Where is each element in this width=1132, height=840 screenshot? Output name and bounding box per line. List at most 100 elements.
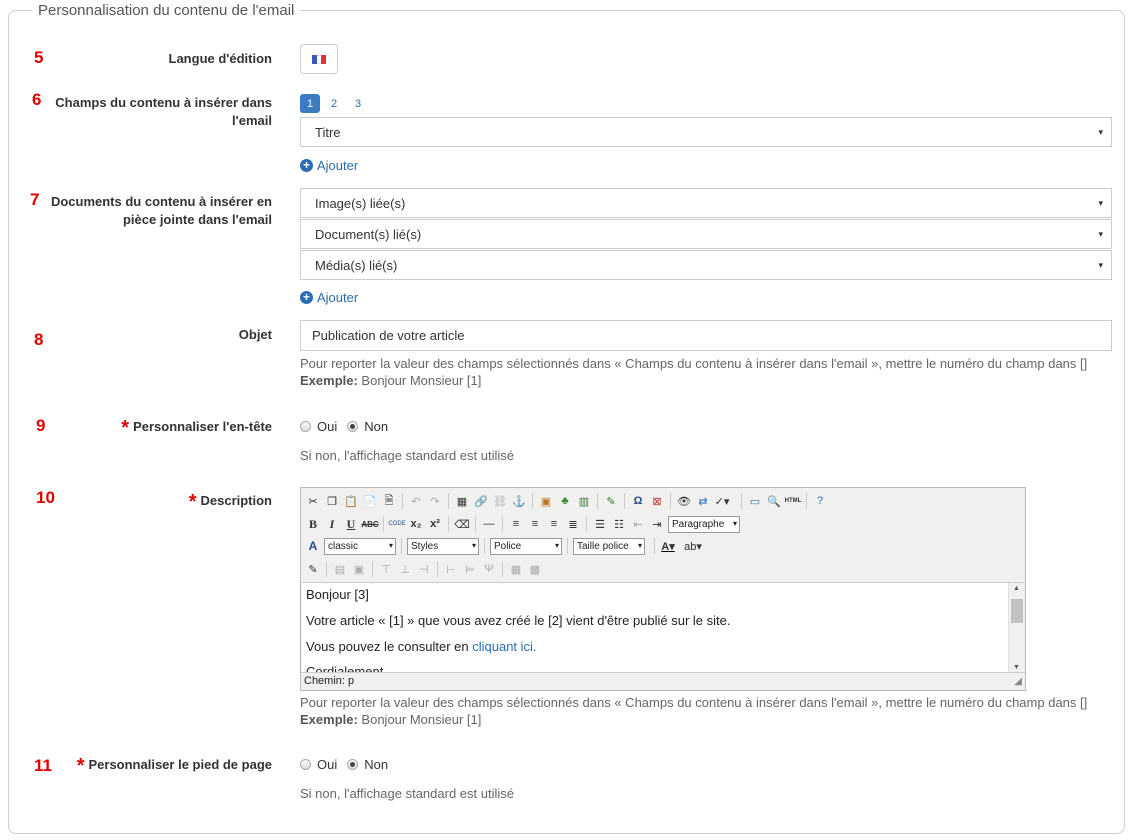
indent-icon[interactable]: ⇥ bbox=[649, 516, 665, 532]
underline-icon[interactable]: U bbox=[343, 516, 359, 532]
language-flag-button[interactable] bbox=[300, 44, 338, 74]
replace-icon[interactable]: ⇄ bbox=[695, 493, 711, 509]
italic-icon[interactable]: I bbox=[324, 516, 340, 532]
footer-oui-label[interactable]: Oui bbox=[317, 757, 337, 772]
find-icon[interactable]: 👁 bbox=[676, 493, 692, 509]
footer-radio-oui[interactable] bbox=[300, 759, 311, 770]
copy-icon[interactable]: ❐ bbox=[324, 493, 340, 509]
paste-word-icon[interactable]: 🗎 bbox=[381, 493, 397, 509]
align-justify-icon[interactable]: ≣ bbox=[565, 516, 581, 532]
editor-content-area[interactable]: Bonjour [3] Votre article « [1] » que vo… bbox=[302, 582, 1024, 672]
class-select[interactable]: classic ▾ bbox=[324, 537, 396, 555]
toolbar-separator bbox=[741, 493, 742, 509]
eraser-icon[interactable]: ⌫ bbox=[454, 516, 470, 532]
table-props-icon[interactable]: ▤ bbox=[332, 561, 348, 577]
cell-props-icon[interactable]: ▣ bbox=[351, 561, 367, 577]
numbered-list-icon[interactable]: ☷ bbox=[611, 516, 627, 532]
documents-select[interactable]: Document(s) lié(s) ▾ bbox=[300, 219, 1112, 249]
align-left-icon[interactable]: ≡ bbox=[508, 516, 524, 532]
header-non-label[interactable]: Non bbox=[364, 419, 388, 434]
scroll-up-icon[interactable]: ▲ bbox=[1013, 585, 1020, 592]
page-3[interactable]: 3 bbox=[348, 94, 368, 113]
insert-plugin-icon[interactable]: ✎ bbox=[603, 493, 619, 509]
undo-icon[interactable]: ↶ bbox=[408, 493, 424, 509]
text-color-icon[interactable]: A▾ bbox=[660, 538, 676, 554]
col-before-icon[interactable]: ⊢ bbox=[443, 561, 459, 577]
format-select[interactable]: Paragraphe ▾ bbox=[668, 515, 740, 533]
header-radio-oui[interactable] bbox=[300, 421, 311, 432]
html-icon[interactable]: HTML bbox=[785, 493, 802, 509]
align-center-icon[interactable]: ≡ bbox=[527, 516, 543, 532]
highlight-color-icon[interactable]: ab▾ bbox=[684, 538, 702, 554]
scrollbar-thumb[interactable] bbox=[1011, 599, 1023, 623]
row-before-icon[interactable]: ⊤ bbox=[378, 561, 394, 577]
col-after-icon[interactable]: ⊨ bbox=[462, 561, 478, 577]
fullscreen-icon[interactable]: ▭ bbox=[747, 493, 763, 509]
footer-radio-group: Oui Non bbox=[300, 757, 398, 772]
image-icon[interactable]: ▣ bbox=[538, 493, 554, 509]
anchor-icon[interactable]: ⚓ bbox=[511, 493, 527, 509]
page-1[interactable]: 1 bbox=[300, 94, 320, 113]
header-oui-label[interactable]: Oui bbox=[317, 419, 337, 434]
images-select[interactable]: Image(s) liée(s) ▾ bbox=[300, 188, 1112, 218]
help-icon[interactable]: ? bbox=[812, 493, 828, 509]
subscript-icon[interactable]: x₂ bbox=[408, 516, 424, 532]
superscript-icon[interactable]: x² bbox=[427, 516, 443, 532]
editor-path: Chemin: p bbox=[304, 675, 355, 687]
page-2[interactable]: 2 bbox=[324, 94, 344, 113]
toolbar-separator bbox=[567, 538, 568, 554]
tree-image-icon[interactable]: ♣ bbox=[557, 493, 573, 509]
rich-text-editor: ✂ ❐ 📋 📄 🗎 ↶ ↷ ▦ 🔗 ⛓ ⚓ ▣ ♣ ▥ ✎ Ω ⊠ 👁 ⇄ ✓▾… bbox=[300, 487, 1026, 691]
scroll-down-icon[interactable]: ▼ bbox=[1013, 664, 1020, 671]
cut-icon[interactable]: ✂ bbox=[305, 493, 321, 509]
add-field-link[interactable]: + Ajouter bbox=[300, 158, 358, 173]
bold-icon[interactable]: B bbox=[305, 516, 321, 532]
bullet-list-icon[interactable]: ☰ bbox=[592, 516, 608, 532]
editor-scrollbar[interactable]: ▲ ▼ bbox=[1008, 583, 1024, 672]
chevron-down-icon: ▾ bbox=[554, 540, 559, 550]
styles-select[interactable]: Styles ▾ bbox=[407, 537, 479, 555]
styles-select-value: Styles bbox=[411, 540, 439, 552]
toolbar-separator bbox=[383, 516, 384, 532]
font-size-select[interactable]: Taille police ▾ bbox=[573, 537, 645, 555]
code-icon[interactable]: CODE bbox=[388, 516, 405, 532]
delete-col-icon[interactable]: Ψ bbox=[481, 561, 497, 577]
resize-handle-icon[interactable]: ◢ bbox=[1014, 673, 1022, 690]
merge-cells-icon[interactable]: ▩ bbox=[527, 561, 543, 577]
align-right-icon[interactable]: ≡ bbox=[546, 516, 562, 532]
description-help-text: Pour reporter la valeur des champs sélec… bbox=[300, 695, 1088, 710]
link-icon[interactable]: 🔗 bbox=[473, 493, 489, 509]
spellcheck-icon[interactable]: ✓▾ bbox=[714, 493, 730, 509]
media-select[interactable]: Média(s) lié(s) ▾ bbox=[300, 250, 1112, 280]
field-select[interactable]: Titre ▾ bbox=[300, 117, 1112, 147]
delete-row-icon[interactable]: ⊣ bbox=[416, 561, 432, 577]
edit-css-icon[interactable]: ✎ bbox=[305, 561, 321, 577]
paste-icon[interactable]: 📋 bbox=[343, 493, 359, 509]
style-class-icon[interactable]: A bbox=[305, 538, 321, 554]
plus-circle-icon: + bbox=[300, 291, 313, 304]
footer-non-label[interactable]: Non bbox=[364, 757, 388, 772]
subject-example-value: Bonjour Monsieur [1] bbox=[357, 373, 482, 388]
add-document-link[interactable]: + Ajouter bbox=[300, 290, 358, 305]
redo-icon[interactable]: ↷ bbox=[427, 493, 443, 509]
header-radio-non[interactable] bbox=[347, 421, 359, 432]
footer-radio-non[interactable] bbox=[347, 759, 359, 770]
pdf-icon[interactable]: ⊠ bbox=[649, 493, 665, 509]
split-cells-icon[interactable]: ▦ bbox=[508, 561, 524, 577]
paste-text-icon[interactable]: 📄 bbox=[362, 493, 378, 509]
subject-input[interactable]: Publication de votre article bbox=[300, 320, 1112, 351]
film-icon[interactable]: ▥ bbox=[576, 493, 592, 509]
font-select[interactable]: Police ▾ bbox=[490, 537, 562, 555]
strikethrough-icon[interactable]: ABC bbox=[361, 516, 378, 532]
preview-icon[interactable]: 🔍 bbox=[766, 493, 782, 509]
table-icon[interactable]: ▦ bbox=[454, 493, 470, 509]
horizontal-rule-icon[interactable]: — bbox=[481, 516, 497, 532]
unlink-icon[interactable]: ⛓ bbox=[492, 493, 508, 509]
content-line-1: Bonjour [3] bbox=[306, 587, 369, 602]
subject-example: Exemple: Bonjour Monsieur [1] bbox=[300, 372, 1087, 389]
outdent-icon[interactable]: ⇤ bbox=[630, 516, 646, 532]
required-asterisk: * bbox=[76, 754, 85, 777]
omega-icon[interactable]: Ω bbox=[630, 493, 646, 509]
content-link[interactable]: cliquant ici. bbox=[472, 639, 536, 654]
row-after-icon[interactable]: ⊥ bbox=[397, 561, 413, 577]
